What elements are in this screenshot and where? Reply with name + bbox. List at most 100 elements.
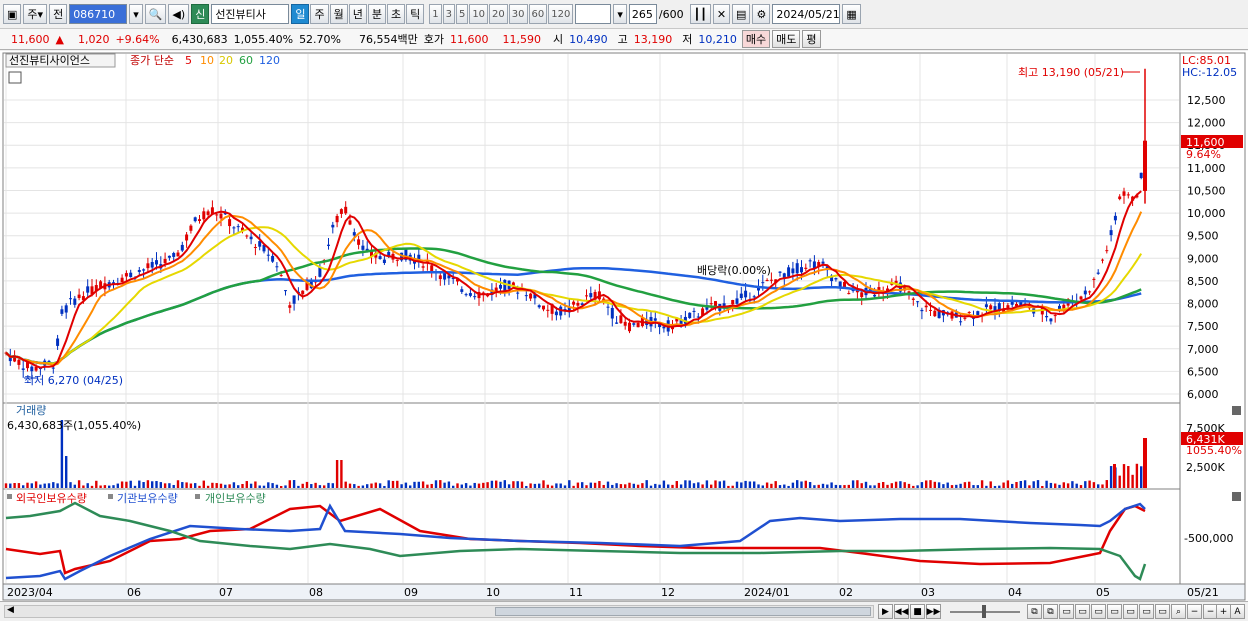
current-price: 11,600 — [11, 32, 50, 46]
candle-body — [193, 217, 197, 222]
interval-10[interactable]: 10 — [469, 4, 489, 24]
market-type-select[interactable]: 주 ▾ — [23, 4, 48, 24]
window-menu-icon[interactable]: ▣ — [3, 4, 22, 24]
candle-icon[interactable]: ┃┃ — [689, 4, 711, 24]
interval-1[interactable]: 1 — [429, 4, 442, 24]
candle-body — [554, 311, 558, 316]
eval-button[interactable]: 평 — [802, 30, 821, 48]
candle-body — [989, 305, 993, 310]
interval-20[interactable]: 20 — [489, 4, 508, 24]
scrollbar-thumb[interactable] — [495, 607, 871, 616]
zoom-out-icon[interactable]: − — [1187, 604, 1202, 619]
interval-5[interactable]: 5 — [455, 4, 469, 24]
volume-bar — [525, 485, 528, 488]
scroll-right-icon[interactable]: ▶ — [878, 604, 893, 619]
scroll-left-icon[interactable]: ◀ — [7, 605, 14, 615]
zoom-slider-handle[interactable] — [982, 605, 986, 618]
volume-bar — [1049, 482, 1053, 488]
interval-120[interactable]: 120 — [548, 4, 574, 24]
candle-body — [585, 295, 588, 297]
candle-body — [924, 305, 928, 308]
stock-code-input[interactable]: 086710 — [69, 4, 128, 24]
custom-interval-input[interactable] — [575, 4, 612, 24]
gear-icon[interactable]: ⚙ — [752, 4, 771, 24]
interval-buttons: 1 3 5 10 20 30 60 120 — [429, 4, 574, 24]
interval-60[interactable]: 60 — [528, 4, 548, 24]
volume-bar — [718, 481, 721, 488]
chart-area[interactable]: 선진뷰티사이언스 종가 단순 5 10 20 60 120 최고 13,190 … — [0, 51, 1248, 601]
volume-bar — [546, 484, 549, 488]
sell-button[interactable]: 매도 — [772, 30, 801, 48]
view-icon-5[interactable]: ▭ — [1091, 604, 1106, 619]
volume-bar — [744, 480, 747, 488]
volume-bar — [843, 485, 846, 488]
tab-month[interactable]: 월 — [329, 4, 348, 24]
volume-bar — [968, 481, 971, 488]
rewind-icon[interactable]: ◀◀ — [894, 604, 909, 619]
candle-body — [301, 290, 305, 295]
calendar-icon[interactable]: ▦ — [842, 4, 861, 24]
interval-3[interactable]: 3 — [442, 4, 455, 24]
prev-button[interactable]: 전 — [49, 4, 68, 24]
view-icon-7[interactable]: ▭ — [1123, 604, 1138, 619]
table-icon[interactable] — [8, 71, 22, 84]
view-icon-6[interactable]: ▭ — [1107, 604, 1122, 619]
volume-bar — [834, 484, 838, 488]
volume-bar — [262, 485, 266, 488]
volume-bar — [456, 483, 459, 488]
tab-week[interactable]: 주 — [310, 4, 329, 24]
view-icon-8[interactable]: ▭ — [1139, 604, 1154, 619]
volume-panel-close-icon[interactable] — [1232, 406, 1241, 415]
view-icon-3[interactable]: ▭ — [1059, 604, 1074, 619]
price-tick-label: 9,500 — [1187, 230, 1219, 243]
candle-body — [967, 312, 971, 314]
volume-bar — [499, 481, 502, 488]
interval-30[interactable]: 30 — [508, 4, 528, 24]
tab-day[interactable]: 일 — [291, 4, 310, 24]
view-icon-1[interactable]: ⧉ — [1027, 604, 1042, 619]
search-icon[interactable]: 🔍 — [144, 4, 167, 24]
speaker-icon[interactable]: ◀) — [168, 4, 190, 24]
volume-bar — [490, 480, 494, 488]
stop-icon[interactable]: ■ — [910, 604, 925, 619]
tab-tick[interactable]: 틱 — [406, 4, 425, 24]
tab-second[interactable]: 초 — [386, 4, 406, 24]
interval-dropdown-icon[interactable]: ▾ — [613, 4, 627, 24]
horizontal-scrollbar[interactable]: ◀ — [4, 605, 874, 618]
zoom-in-icon[interactable]: + — [1216, 604, 1231, 619]
view-icon-2[interactable]: ⧉ — [1043, 604, 1058, 619]
tab-year[interactable]: 년 — [348, 4, 367, 24]
volume-bar — [284, 485, 287, 488]
volume-bar — [1058, 484, 1061, 488]
date-input[interactable]: 2024/05/21 — [772, 4, 841, 24]
holding-panel-close-icon[interactable] — [1232, 492, 1241, 501]
candle-body — [628, 322, 631, 332]
volume-bar — [714, 480, 717, 488]
volume-bar — [542, 480, 545, 488]
stock-title: 선진뷰티사이언스 — [9, 54, 90, 67]
font-size-icon[interactable]: A — [1230, 604, 1245, 619]
volume-bar — [959, 483, 962, 488]
tab-minute[interactable]: 분 — [367, 4, 386, 24]
zoom-icon[interactable]: ⌕ — [1171, 604, 1186, 619]
candle-body — [146, 263, 150, 269]
fast-forward-icon[interactable]: ▶▶ — [926, 604, 941, 619]
volume-bar — [912, 485, 915, 488]
x-axis-label: 10 — [486, 586, 500, 599]
view-icon-4[interactable]: ▭ — [1075, 604, 1090, 619]
candle-body — [189, 225, 193, 231]
code-dropdown-icon[interactable]: ▾ — [129, 4, 143, 24]
candle-body — [1088, 291, 1092, 293]
view-icon-9[interactable]: ▭ — [1155, 604, 1170, 619]
crosshair-icon[interactable]: ✕ — [712, 4, 731, 24]
volume-bar — [568, 480, 571, 488]
candle-body — [963, 317, 967, 319]
candle-body — [653, 318, 657, 321]
count-input[interactable]: 265 — [628, 4, 657, 24]
save-icon[interactable]: ▤ — [732, 4, 751, 24]
stock-name-field[interactable]: 선진뷰티사 — [211, 4, 290, 24]
volume-bar — [194, 483, 197, 488]
buy-button[interactable]: 매수 — [741, 30, 771, 48]
candle-body — [1049, 318, 1053, 322]
volume-bar — [598, 481, 601, 488]
